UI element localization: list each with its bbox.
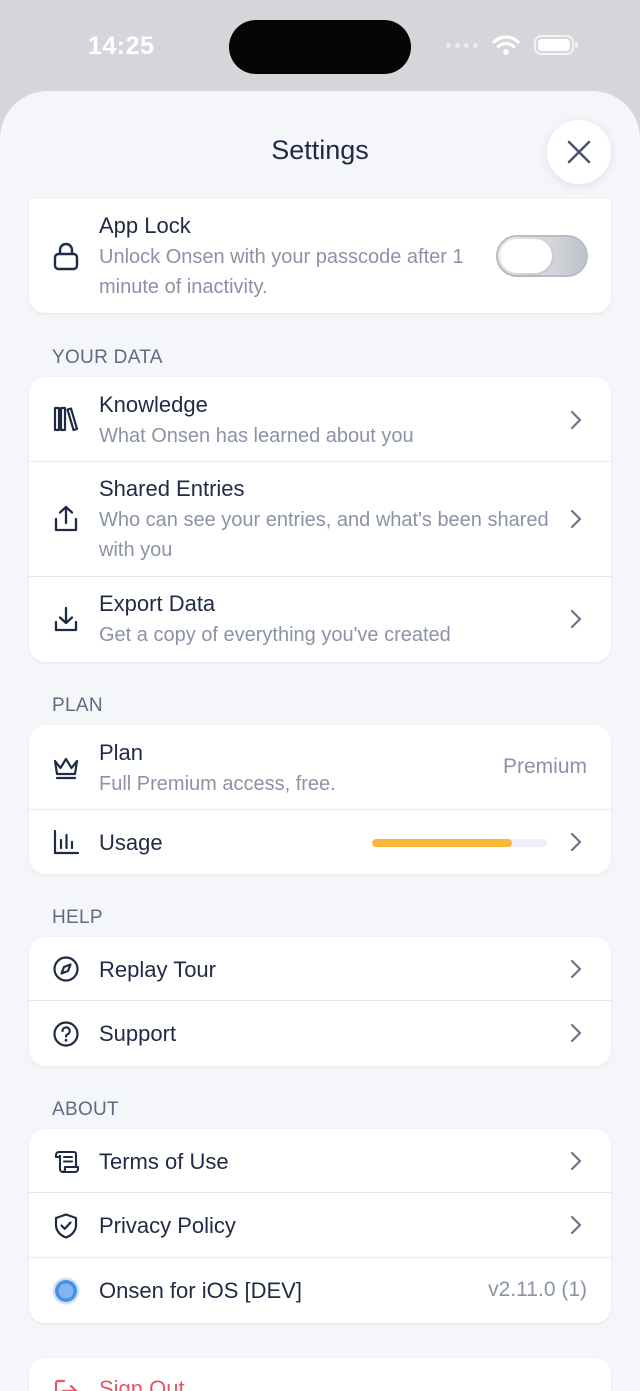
compass-icon — [51, 954, 81, 984]
knowledge-row[interactable]: Knowledge What Onsen has learned about y… — [29, 377, 611, 462]
usage-row[interactable]: Usage — [29, 810, 611, 874]
lock-icon — [51, 241, 81, 271]
knowledge-subtitle: What Onsen has learned about you — [99, 425, 414, 447]
export-data-title: Export Data — [99, 591, 216, 616]
section-header-about: ABOUT — [52, 1099, 119, 1120]
terms-title: Terms of Use — [99, 1149, 229, 1174]
plan-title: Plan — [99, 740, 144, 765]
chevron-right-icon — [570, 1215, 582, 1235]
knowledge-title: Knowledge — [99, 392, 208, 417]
usage-progress-bar — [372, 839, 547, 847]
export-data-subtitle: Get a copy of everything you've created — [99, 624, 451, 646]
download-icon — [51, 604, 81, 634]
logout-icon — [51, 1376, 81, 1391]
your-data-card: Knowledge What Onsen has learned about y… — [29, 377, 611, 662]
privacy-title: Privacy Policy — [99, 1213, 236, 1238]
app-lock-title: App Lock — [99, 213, 191, 238]
close-icon — [567, 140, 591, 164]
support-title: Support — [99, 1021, 177, 1046]
app-version-row: Onsen for iOS [DEV] v2.11.0 (1) — [29, 1258, 611, 1323]
crown-icon — [51, 753, 81, 783]
books-icon — [51, 404, 81, 434]
shared-entries-subtitle: Who can see your entries, and what's bee… — [99, 509, 549, 561]
chevron-right-icon — [570, 509, 582, 529]
status-time: 14:25 — [88, 32, 155, 60]
cellular-signal-icon — [446, 42, 478, 48]
toggle-knob — [500, 239, 552, 273]
app-lock-card: App Lock Unlock Onsen with your passcode… — [29, 199, 611, 313]
chevron-right-icon — [570, 959, 582, 979]
support-row[interactable]: Support — [29, 1001, 611, 1066]
chevron-right-icon — [570, 410, 582, 430]
chevron-right-icon — [570, 609, 582, 629]
page-title: Settings — [271, 135, 369, 165]
chevron-right-icon — [570, 1151, 582, 1171]
usage-progress-fill — [372, 839, 512, 847]
onsen-logo-icon — [51, 1276, 81, 1306]
share-icon — [51, 504, 81, 534]
chevron-right-icon — [570, 832, 582, 852]
shield-check-icon — [51, 1211, 81, 1241]
close-button[interactable] — [547, 120, 611, 184]
replay-tour-title: Replay Tour — [99, 957, 216, 982]
app-version-value: v2.11.0 (1) — [488, 1278, 587, 1301]
chevron-right-icon — [570, 1023, 582, 1043]
plan-subtitle: Full Premium access, free. — [99, 773, 336, 795]
help-circle-icon — [51, 1019, 81, 1049]
app-lock-subtitle: Unlock Onsen with your passcode after 1 … — [99, 246, 464, 298]
app-lock-row: App Lock Unlock Onsen with your passcode… — [29, 199, 611, 313]
export-data-row[interactable]: Export Data Get a copy of everything you… — [29, 577, 611, 662]
about-card: Terms of Use Privacy Policy Onsen for iO… — [29, 1129, 611, 1323]
usage-title: Usage — [99, 830, 163, 855]
section-header-help: HELP — [52, 907, 103, 928]
privacy-row[interactable]: Privacy Policy — [29, 1193, 611, 1258]
help-card: Replay Tour Support — [29, 937, 611, 1066]
app-lock-toggle[interactable] — [496, 235, 588, 277]
status-bar: 14:25 — [0, 0, 640, 92]
plan-row[interactable]: Plan Full Premium access, free. Premium — [29, 725, 611, 810]
status-indicators — [446, 34, 580, 56]
scroll-icon — [51, 1146, 81, 1176]
replay-tour-row[interactable]: Replay Tour — [29, 937, 611, 1001]
terms-row[interactable]: Terms of Use — [29, 1129, 611, 1193]
section-header-plan: PLAN — [52, 695, 103, 716]
plan-card: Plan Full Premium access, free. Premium … — [29, 725, 611, 874]
battery-icon — [534, 35, 578, 55]
plan-value: Premium — [502, 755, 587, 778]
section-header-your-data: YOUR DATA — [52, 347, 163, 368]
shared-entries-row[interactable]: Shared Entries Who can see your entries,… — [29, 462, 611, 577]
settings-sheet: Settings App Lock Unlock Onsen with your… — [0, 91, 640, 1391]
wifi-icon — [492, 35, 520, 55]
shared-entries-title: Shared Entries — [99, 476, 245, 501]
bar-chart-icon — [51, 827, 81, 857]
app-version-title: Onsen for iOS [DEV] — [99, 1278, 302, 1303]
sign-out-label: Sign Out — [99, 1376, 185, 1391]
sign-out-card[interactable]: Sign Out — [29, 1358, 611, 1391]
dynamic-island — [229, 20, 411, 74]
